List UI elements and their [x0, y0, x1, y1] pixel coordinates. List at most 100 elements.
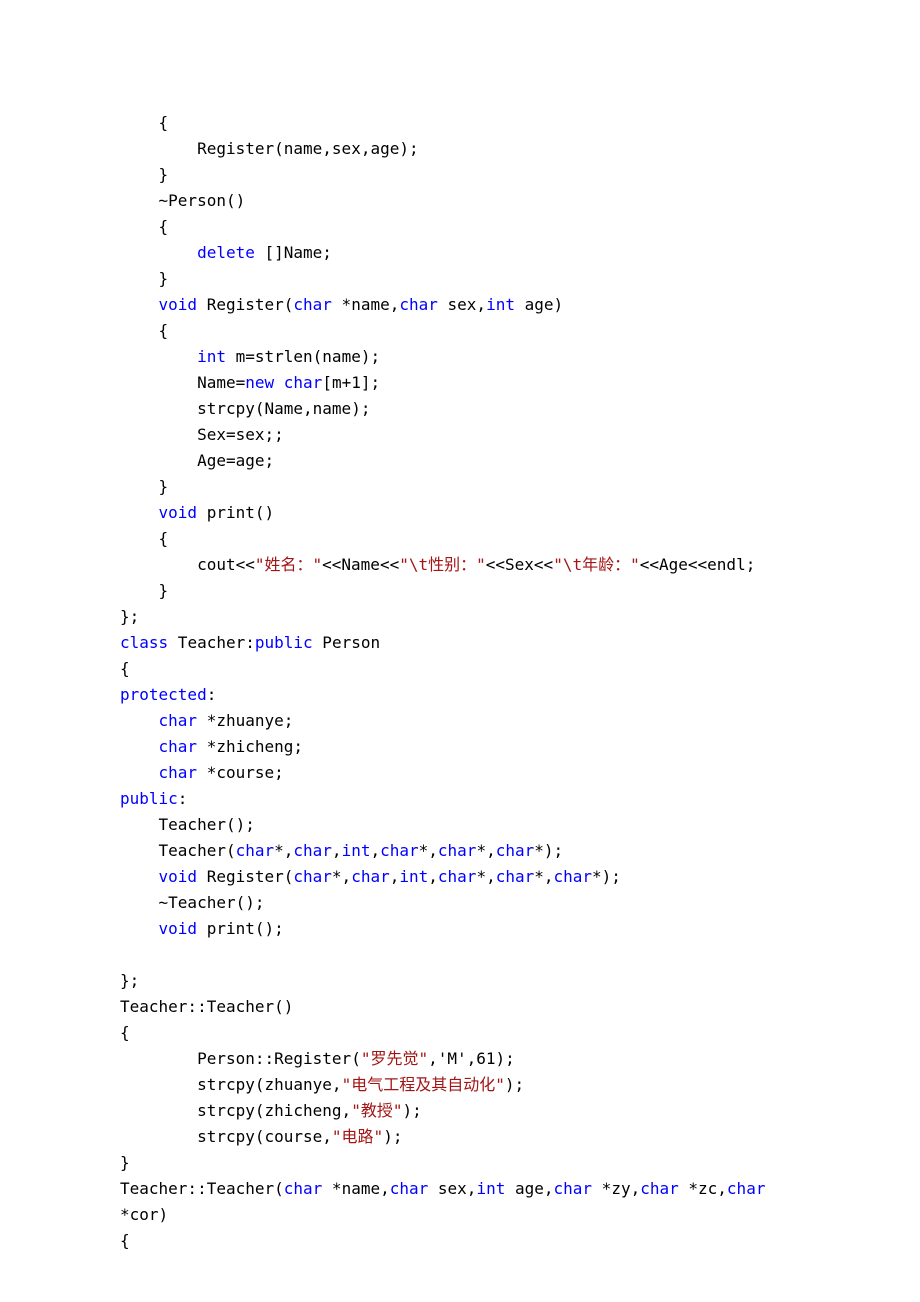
code-text: {: [120, 659, 130, 678]
string-literal: "姓名：": [255, 555, 322, 574]
code-text: :: [207, 685, 217, 704]
code-line: Sex=sex;;: [120, 422, 920, 448]
code-text: print(): [197, 503, 274, 522]
code-line: {: [120, 656, 920, 682]
code-text: Register(: [197, 867, 293, 886]
code-text: Teacher(: [159, 841, 236, 860]
code-text: {: [159, 529, 169, 548]
keyword: void: [159, 295, 198, 314]
code-text: strcpy(course,: [197, 1127, 332, 1146]
code-text: {: [159, 321, 169, 340]
keyword: void: [159, 867, 198, 886]
code-text: }: [159, 165, 169, 184]
code-text: *name,: [322, 1179, 389, 1198]
keyword: char: [554, 1179, 593, 1198]
keyword: char: [293, 867, 332, 886]
code-line: }: [120, 162, 920, 188]
code-line: char *zhicheng;: [120, 734, 920, 760]
code-line: void Register(char *name,char sex,int ag…: [120, 292, 920, 318]
code-text: ,: [390, 867, 400, 886]
code-line: Age=age;: [120, 448, 920, 474]
code-text: *zhuanye;: [197, 711, 293, 730]
code-text: ,'M',61);: [428, 1049, 515, 1068]
code-text: }: [159, 581, 169, 600]
code-line: void Register(char*,char,int,char*,char*…: [120, 864, 920, 890]
string-literal: "电路": [332, 1127, 383, 1146]
code-text: *);: [534, 841, 563, 860]
code-line: Person::Register("罗先觉",'M',61);: [120, 1046, 920, 1072]
keyword: delete: [197, 243, 255, 262]
code-line: ~Person(): [120, 188, 920, 214]
code-line: strcpy(course,"电路");: [120, 1124, 920, 1150]
code-text: m=strlen(name);: [226, 347, 380, 366]
string-literal: "罗先觉": [361, 1049, 428, 1068]
code-listing: { Register(name,sex,age); } ~Person() { …: [120, 110, 920, 1254]
code-text: age,: [505, 1179, 553, 1198]
code-text: *cor): [120, 1205, 168, 1224]
code-text: sex,: [438, 295, 486, 314]
keyword: char: [727, 1179, 766, 1198]
code-line: delete []Name;: [120, 240, 920, 266]
code-text: }: [159, 477, 169, 496]
code-text: ~Person(): [159, 191, 246, 210]
keyword: char: [496, 841, 535, 860]
code-text: *zy,: [592, 1179, 640, 1198]
keyword: char: [438, 867, 477, 886]
code-text: <<Age<<endl;: [640, 555, 756, 574]
code-line: }: [120, 266, 920, 292]
code-text: ~Teacher();: [159, 893, 265, 912]
code-text: strcpy(zhuanye,: [197, 1075, 342, 1094]
code-line: char *course;: [120, 760, 920, 786]
code-text: [274, 373, 284, 392]
code-text: *,: [419, 841, 438, 860]
code-line: }: [120, 1150, 920, 1176]
code-line: {: [120, 1020, 920, 1046]
code-text: *zc,: [679, 1179, 727, 1198]
code-text: Register(: [197, 295, 293, 314]
code-text: age): [515, 295, 563, 314]
code-text: Teacher::Teacher(: [120, 1179, 284, 1198]
code-text: ,: [428, 867, 438, 886]
keyword: int: [476, 1179, 505, 1198]
code-text: Teacher();: [159, 815, 255, 834]
code-text: *course;: [197, 763, 284, 782]
code-line: public:: [120, 786, 920, 812]
code-text: *,: [332, 867, 351, 886]
code-text: print();: [197, 919, 284, 938]
code-line: }: [120, 474, 920, 500]
code-text: };: [120, 607, 139, 626]
code-text: *,: [476, 867, 495, 886]
code-text: };: [120, 971, 139, 990]
keyword: char: [293, 295, 332, 314]
keyword: public: [255, 633, 313, 652]
code-text: *,: [274, 841, 293, 860]
keyword: char: [236, 841, 275, 860]
code-text: *,: [534, 867, 553, 886]
keyword: char: [554, 867, 593, 886]
code-line: [120, 942, 920, 968]
keyword: protected: [120, 685, 207, 704]
code-text: {: [120, 1023, 130, 1042]
code-text: {: [120, 1231, 130, 1250]
keyword: new: [245, 373, 274, 392]
code-text: );: [402, 1101, 421, 1120]
code-text: [m+1];: [322, 373, 380, 392]
code-text: Teacher::Teacher(): [120, 997, 293, 1016]
code-line: {: [120, 526, 920, 552]
code-line: protected:: [120, 682, 920, 708]
code-text: }: [159, 269, 169, 288]
string-literal: "教授": [351, 1101, 402, 1120]
code-text: Person: [313, 633, 380, 652]
code-text: <<Name<<: [322, 555, 399, 574]
string-literal: "电气工程及其自动化": [342, 1075, 505, 1094]
keyword: char: [496, 867, 535, 886]
document-page: { Register(name,sex,age); } ~Person() { …: [0, 0, 920, 1302]
code-text: );: [505, 1075, 524, 1094]
code-line: Teacher(char*,char,int,char*,char*,char*…: [120, 838, 920, 864]
keyword: char: [438, 841, 477, 860]
keyword: char: [351, 867, 390, 886]
code-text: strcpy(Name,name);: [197, 399, 370, 418]
code-line: int m=strlen(name);: [120, 344, 920, 370]
code-line: strcpy(Name,name);: [120, 396, 920, 422]
code-text: {: [159, 217, 169, 236]
